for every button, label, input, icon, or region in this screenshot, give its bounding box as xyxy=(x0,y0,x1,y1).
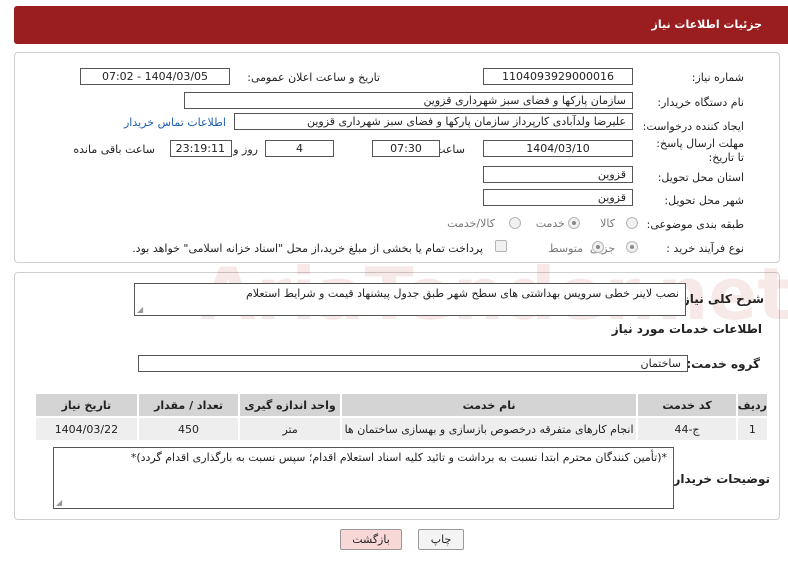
process-radio-minor[interactable] xyxy=(626,241,638,253)
city-label: شهر محل تحویل: xyxy=(664,194,744,207)
cell-row-number: 1 xyxy=(735,416,770,442)
treasury-payment-checkbox[interactable] xyxy=(495,240,507,252)
print-button[interactable]: چاپ xyxy=(418,529,464,550)
need-number-field: 1104093929000016 xyxy=(483,68,633,85)
buyer-notes-text: *(تأمین کنندگان محترم ابتدا نسبت به بردا… xyxy=(130,451,667,464)
city-field: قزوین xyxy=(483,189,633,206)
category-option-goods-service: کالا/خدمت xyxy=(447,217,495,230)
creator-label: ایجاد کننده درخواست: xyxy=(642,120,744,133)
deadline-time-field: 07:30 xyxy=(372,140,440,157)
col-service-name: نام خدمت xyxy=(339,392,639,418)
need-number-label: شماره نیاز: xyxy=(691,71,744,84)
service-group-label: گروه خدمت: xyxy=(686,357,760,371)
category-option-goods: کالا xyxy=(600,217,615,230)
table-header-row: ردیف کد خدمت نام خدمت واحد اندازه گیری ت… xyxy=(34,392,770,418)
col-service-code: کد خدمت xyxy=(636,392,738,418)
treasury-payment-note: پرداخت تمام یا بخشی از مبلغ خرید،از محل … xyxy=(132,242,483,255)
cell-need-date: 1404/03/22 xyxy=(34,416,139,442)
table-row: 1 ج-44 انجام کارهای متفرقه درخصوص بازساز… xyxy=(34,416,770,442)
deadline-label: مهلت ارسال پاسخ: تا تاریخ: xyxy=(656,137,744,164)
announce-field: 1404/03/05 - 07:02 xyxy=(80,68,230,85)
process-label: نوع فرآیند خرید : xyxy=(666,242,744,255)
buyer-notes-label: توضیحات خریدار: xyxy=(668,472,770,486)
remaining-time-field: 23:19:11 xyxy=(170,140,232,157)
col-row-number: ردیف xyxy=(735,392,770,418)
buyer-org-field: سازمان پارکها و فضای سبز شهرداری قزوین xyxy=(184,92,633,109)
summary-label: شرح کلی نیاز: xyxy=(678,292,764,306)
creator-field: علیرضا ولدآبادی کارپرداز سازمان پارکها و… xyxy=(234,113,633,130)
services-table: ردیف کد خدمت نام خدمت واحد اندازه گیری ت… xyxy=(34,392,770,442)
category-label: طبقه بندی موضوعی: xyxy=(646,218,744,231)
category-radio-service[interactable] xyxy=(568,217,580,229)
service-group-field: ساختمان xyxy=(138,355,688,372)
cell-unit: متر xyxy=(238,416,342,442)
province-field: قزوین xyxy=(483,166,633,183)
col-need-date: تاریخ نیاز xyxy=(34,392,139,418)
process-option-medium: متوسط xyxy=(548,242,583,255)
header-bar: جزئیات اطلاعات نیاز xyxy=(14,6,788,44)
resize-grip-icon[interactable]: ◢ xyxy=(56,498,62,507)
buyer-contact-link[interactable]: اطلاعات تماس خریدار xyxy=(124,116,226,129)
summary-textarea[interactable]: نصب لاینر خطی سرویس بهداشتی های سطح شهر … xyxy=(134,283,686,316)
cell-service-code: ج-44 xyxy=(636,416,738,442)
cell-quantity: 450 xyxy=(136,416,241,442)
announce-label: تاریخ و ساعت اعلان عمومی: xyxy=(247,71,380,84)
buyer-notes-textarea[interactable]: *(تأمین کنندگان محترم ابتدا نسبت به بردا… xyxy=(53,447,674,509)
category-radio-goods-service[interactable] xyxy=(509,217,521,229)
buyer-org-label: نام دستگاه خریدار: xyxy=(657,96,744,109)
col-unit: واحد اندازه گیری xyxy=(238,392,342,418)
remaining-label: ساعت باقی مانده xyxy=(73,143,155,156)
page-title: جزئیات اطلاعات نیاز xyxy=(651,18,763,31)
back-button[interactable]: بازگشت xyxy=(340,529,402,550)
services-heading: اطلاعات خدمات مورد نیاز xyxy=(611,322,762,336)
cell-service-name: انجام کارهای متفرقه درخصوص بازسازی و بهس… xyxy=(339,416,639,442)
col-quantity: تعداد / مقدار xyxy=(136,392,241,418)
resize-grip-icon[interactable]: ◢ xyxy=(137,305,143,314)
days-remaining-field: 4 xyxy=(265,140,334,157)
category-option-service: خدمت xyxy=(535,217,565,230)
summary-text: نصب لاینر خطی سرویس بهداشتی های سطح شهر … xyxy=(245,287,679,300)
process-radio-medium[interactable] xyxy=(592,241,604,253)
deadline-date-field: 1404/03/10 xyxy=(483,140,633,157)
province-label: استان محل تحویل: xyxy=(657,171,744,184)
category-radio-goods[interactable] xyxy=(626,217,638,229)
days-label: روز و xyxy=(233,143,258,156)
